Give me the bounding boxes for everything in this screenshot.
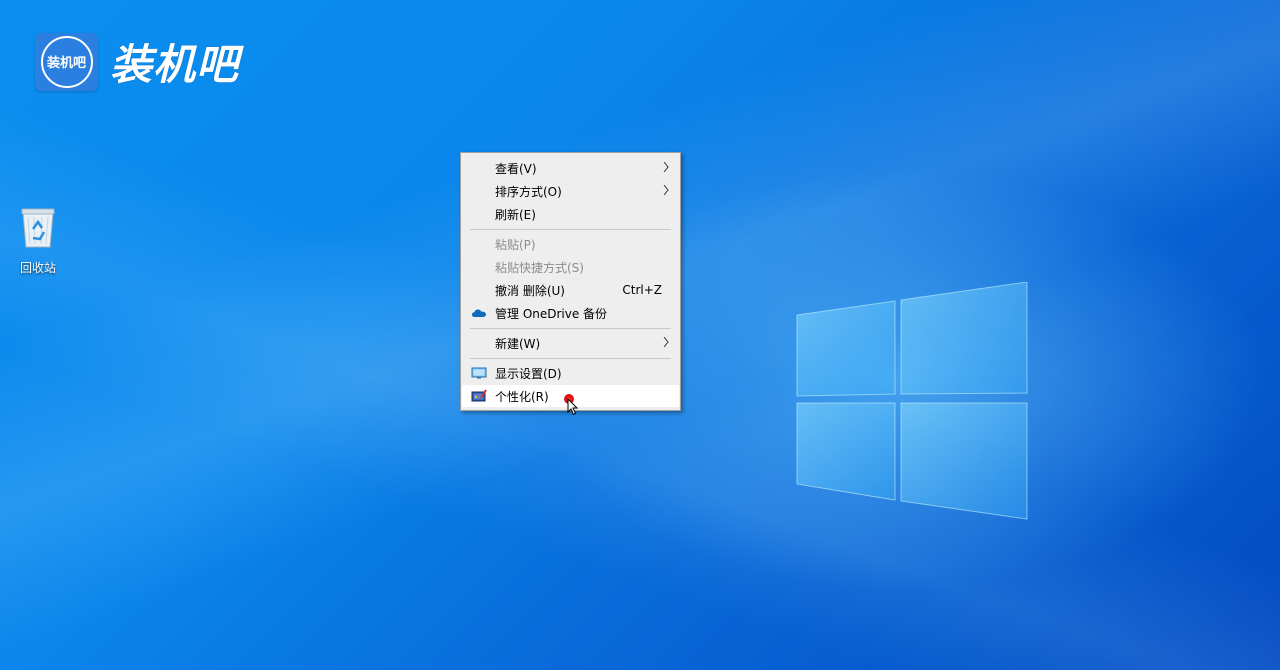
- menu-item-refresh[interactable]: 刷新(E): [462, 203, 679, 225]
- menu-item-label: 个性化(R): [495, 389, 549, 404]
- menu-item-label: 排序方式(O): [495, 184, 562, 199]
- menu-item-paste-shortcut: 粘贴快捷方式(S): [462, 256, 679, 278]
- chevron-right-icon: [663, 337, 669, 347]
- onedrive-cloud-icon: [472, 309, 486, 317]
- menu-item-label: 粘贴快捷方式(S): [495, 260, 584, 275]
- context-menu: 查看(V) 排序方式(O) 刷新(E) 粘贴(P) 粘贴快捷方式(S) 撤消 删…: [460, 152, 681, 411]
- watermark-logo: 装机吧 装机吧: [35, 31, 239, 92]
- desktop-icon-label: 回收站: [19, 261, 56, 275]
- menu-item-label: 显示设置(D): [495, 366, 562, 381]
- menu-item-label: 刷新(E): [495, 207, 536, 222]
- menu-item-new[interactable]: 新建(W): [462, 332, 679, 354]
- desktop-icon-recycle-bin[interactable]: 回收站: [12, 205, 64, 276]
- chevron-right-icon: [663, 162, 669, 172]
- menu-item-label: 管理 OneDrive 备份: [495, 306, 608, 321]
- menu-item-manage-onedrive[interactable]: 管理 OneDrive 备份: [462, 302, 679, 324]
- personalize-icon: [471, 389, 487, 402]
- desktop[interactable]: 装机吧 装机吧 回收站 查看(V) 排序方式(O) 刷新(E) 粘贴(P) 粘贴…: [0, 0, 1280, 670]
- menu-item-paste: 粘贴(P): [462, 233, 679, 255]
- display-settings-icon: [471, 367, 487, 379]
- menu-item-undo-delete[interactable]: 撤消 删除(U) Ctrl+Z: [462, 279, 679, 301]
- menu-item-label: 撤消 删除(U): [495, 283, 565, 298]
- brand-badge-text: 装机吧: [40, 35, 93, 88]
- menu-item-display-settings[interactable]: 显示设置(D): [462, 362, 679, 384]
- mouse-pointer-icon: [567, 398, 579, 416]
- menu-item-label: 粘贴(P): [495, 237, 536, 252]
- brand-name: 装机吧: [110, 40, 240, 89]
- menu-separator: [470, 328, 671, 329]
- recycle-bin-icon: [21, 208, 55, 248]
- windows-logo-wallpaper: [796, 282, 1028, 520]
- menu-item-label: 查看(V): [495, 161, 537, 176]
- menu-item-view[interactable]: 查看(V): [462, 157, 679, 179]
- chevron-right-icon: [663, 185, 669, 195]
- menu-separator: [470, 358, 671, 359]
- menu-item-label: 新建(W): [495, 336, 541, 351]
- menu-item-shortcut: Ctrl+Z: [622, 283, 662, 297]
- menu-separator: [470, 229, 671, 230]
- menu-item-sort-by[interactable]: 排序方式(O): [462, 180, 679, 202]
- brand-badge: 装机吧: [35, 32, 98, 91]
